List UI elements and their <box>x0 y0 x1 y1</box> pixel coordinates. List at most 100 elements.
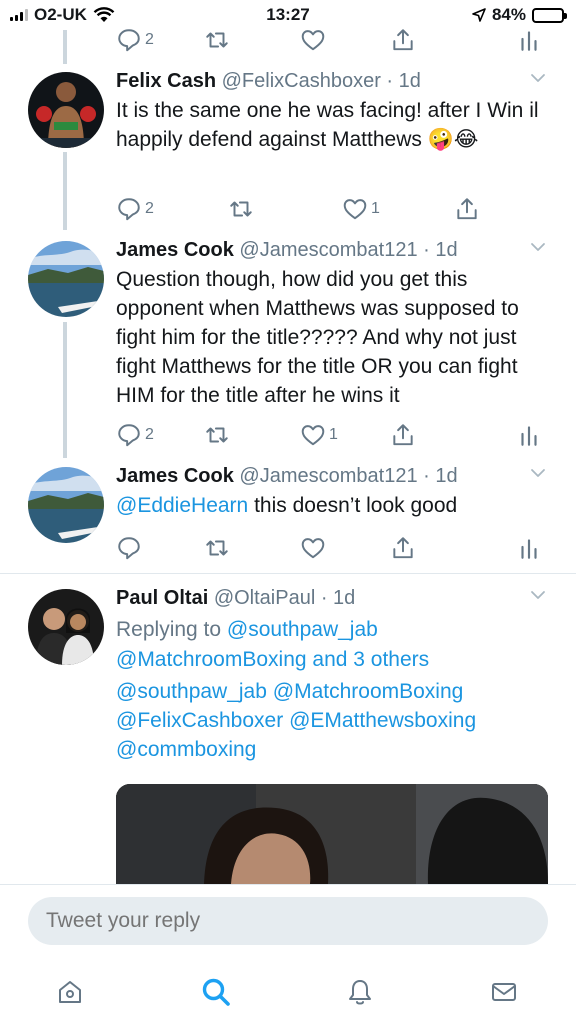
like-button[interactable]: 1 <box>300 422 338 448</box>
tweet-text-body: this doesn’t look good <box>248 494 458 517</box>
display-name[interactable]: James Cook <box>116 465 234 487</box>
chevron-down-icon[interactable] <box>528 68 548 88</box>
share-button[interactable] <box>454 196 480 222</box>
avatar[interactable] <box>28 241 104 317</box>
media-image[interactable] <box>116 784 548 884</box>
display-name[interactable]: Felix Cash <box>116 70 216 92</box>
share-icon <box>393 424 413 446</box>
share-icon <box>393 29 413 51</box>
battery-icon <box>532 7 567 23</box>
reply-icon <box>118 424 140 447</box>
heart-icon <box>343 199 367 220</box>
display-name[interactable]: James Cook <box>116 239 234 261</box>
avatar-image <box>28 241 104 317</box>
mention-link[interactable]: @EddieHearn <box>116 494 248 517</box>
reply-icon <box>118 29 140 52</box>
heart-icon <box>301 30 325 51</box>
status-bar: O2-UK 13:27 84% <box>0 0 576 30</box>
reply-button[interactable] <box>116 535 142 561</box>
like-button[interactable] <box>300 27 326 53</box>
timestamp: · 1d <box>386 70 421 92</box>
tab-bar <box>0 964 576 1024</box>
reply-button[interactable]: 2 <box>116 27 154 53</box>
chevron-down-icon[interactable] <box>528 237 548 257</box>
location-arrow-icon <box>472 8 486 22</box>
status-right: 84% <box>472 5 567 25</box>
tweet[interactable]: James Cook @Jamescombat121 · 1d Question… <box>0 237 576 417</box>
reply-button[interactable]: 2 <box>116 422 154 448</box>
avatar-image <box>28 589 104 665</box>
mention-link[interactable]: @southpaw_jab <box>227 618 378 641</box>
username[interactable]: @FelixCashboxer <box>222 70 381 92</box>
like-count: 1 <box>371 200 380 217</box>
video-thumbnail <box>116 784 548 884</box>
reply-button[interactable]: 2 <box>116 196 154 222</box>
tab-home[interactable] <box>50 972 90 1012</box>
reply-icon <box>118 198 140 221</box>
retweet-button[interactable] <box>228 196 254 222</box>
like-button[interactable] <box>300 535 326 561</box>
retweet-icon <box>206 540 228 556</box>
tweet-actions: 2 <box>116 27 556 55</box>
chevron-down-icon[interactable] <box>528 585 548 605</box>
username[interactable]: @Jamescombat121 <box>239 465 417 487</box>
retweet-icon <box>206 427 228 443</box>
share-button[interactable] <box>390 27 416 53</box>
avatar[interactable] <box>28 589 104 665</box>
share-button[interactable] <box>390 422 416 448</box>
analytics-button[interactable] <box>516 27 542 53</box>
notifications-icon <box>349 980 371 1005</box>
tweet-text: @EddieHearn this doesn’t look good <box>116 491 548 520</box>
timestamp: · 1d <box>423 239 458 261</box>
reply-count: 2 <box>145 31 154 48</box>
reply-icon <box>118 537 140 560</box>
mention-link[interactable]: @EMatthewsboxing <box>289 709 476 732</box>
share-button[interactable] <box>390 535 416 561</box>
tab-notifications[interactable] <box>340 972 380 1012</box>
share-icon <box>457 198 477 220</box>
tweet-actions: 2 1 <box>116 196 556 224</box>
avatar-image <box>28 467 104 543</box>
battery-percent: 84% <box>491 5 526 24</box>
divider <box>0 573 576 574</box>
tweet[interactable]: Paul Oltai @OltaiPaul · 1d Replying to @… <box>0 585 576 785</box>
mention-link[interactable]: @MatchroomBoxing <box>116 648 307 671</box>
analytics-icon <box>521 31 537 51</box>
avatar-image <box>28 72 104 148</box>
tab-messages[interactable] <box>484 972 524 1012</box>
analytics-button[interactable] <box>516 422 542 448</box>
search-icon <box>202 978 230 1006</box>
retweet-button[interactable] <box>204 535 230 561</box>
avatar[interactable] <box>28 467 104 543</box>
retweet-button[interactable] <box>204 27 230 53</box>
avatar[interactable] <box>28 72 104 148</box>
tweet-text: @southpaw_jab @MatchroomBoxing @FelixCas… <box>116 677 548 764</box>
others-link[interactable]: and 3 others <box>307 648 429 671</box>
timestamp: · 1d <box>320 587 356 609</box>
thread-line <box>63 30 67 64</box>
chevron-down-icon[interactable] <box>528 463 548 483</box>
tweet-header: Felix Cash @FelixCashboxer · 1d <box>116 68 548 94</box>
retweet-icon <box>230 201 252 217</box>
mention-link[interactable]: @MatchroomBoxing <box>273 680 464 703</box>
display-name[interactable]: Paul Oltai <box>116 587 208 609</box>
tweet[interactable]: James Cook @Jamescombat121 · 1d @EddieHe… <box>0 463 576 543</box>
like-button[interactable]: 1 <box>342 196 380 222</box>
mention-link[interactable]: @FelixCashboxer <box>116 709 283 732</box>
mention-link[interactable]: @commboxing <box>116 738 256 761</box>
username[interactable]: @Jamescombat121 <box>239 239 417 261</box>
retweet-button[interactable] <box>204 422 230 448</box>
timestamp: · 1d <box>423 465 458 487</box>
replying-to: Replying to @southpaw_jab @MatchroomBoxi… <box>116 615 548 675</box>
heart-icon <box>301 425 325 446</box>
messages-icon <box>492 983 516 1001</box>
tab-search[interactable] <box>196 972 236 1012</box>
home-icon <box>59 981 81 1003</box>
reply-input[interactable] <box>28 897 548 945</box>
heart-icon <box>301 538 325 559</box>
username[interactable]: @OltaiPaul <box>214 587 315 609</box>
analytics-icon <box>521 426 537 446</box>
mention-link[interactable]: @southpaw_jab <box>116 680 267 703</box>
analytics-button[interactable] <box>516 535 542 561</box>
retweet-icon <box>206 32 228 48</box>
